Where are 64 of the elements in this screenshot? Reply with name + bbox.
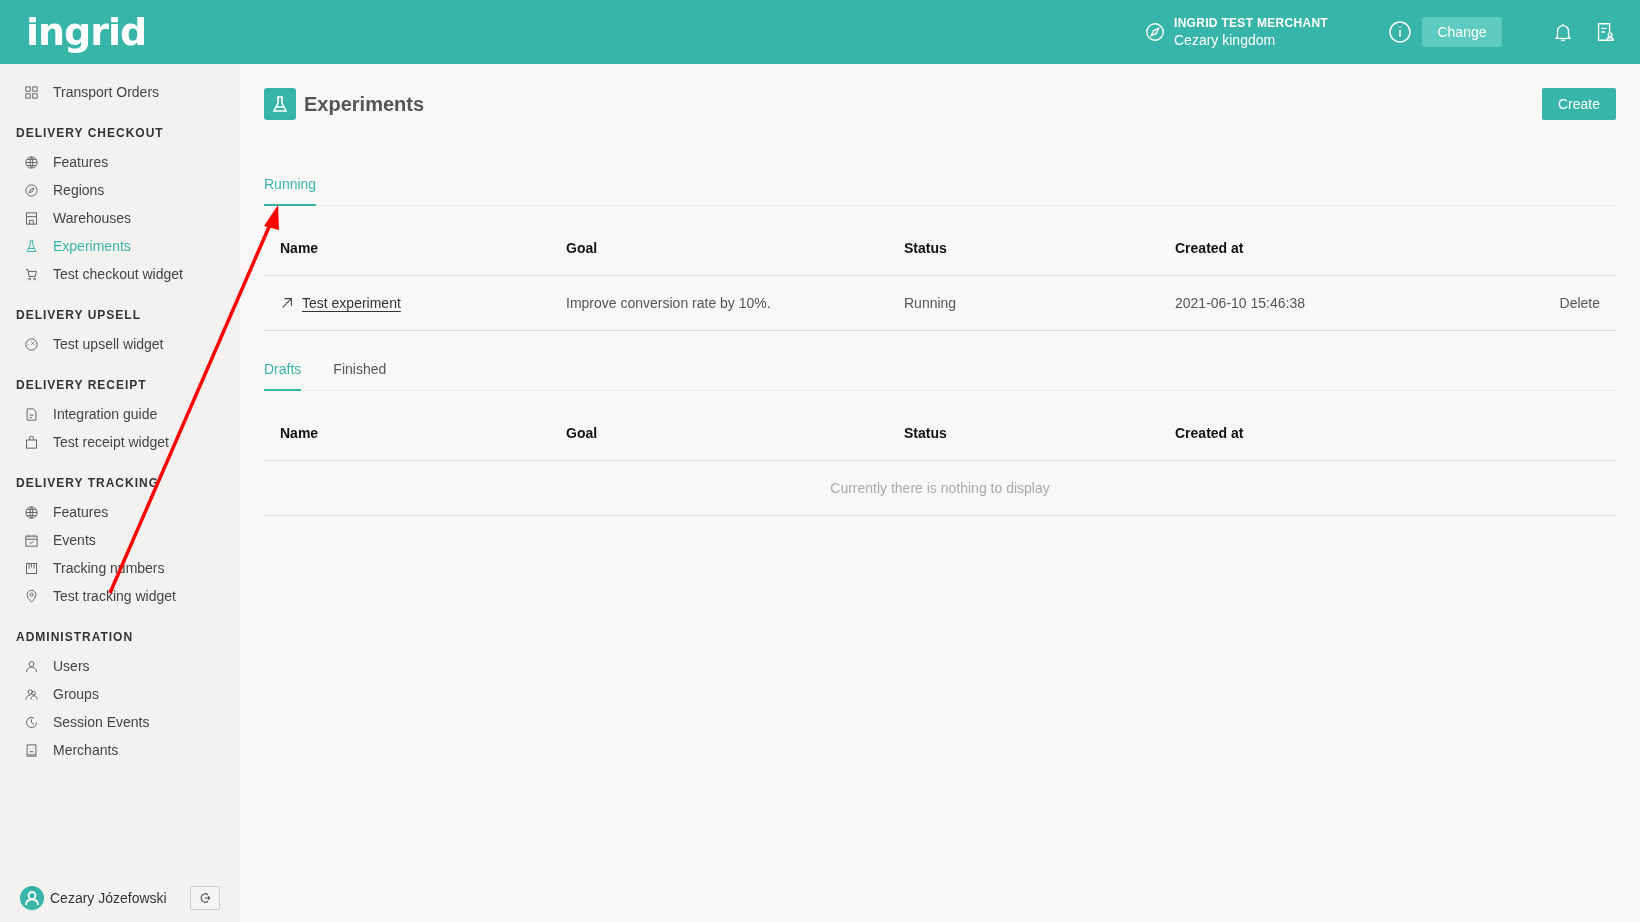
avatar-icon xyxy=(20,886,44,910)
clock-icon xyxy=(24,714,39,730)
bell-icon[interactable] xyxy=(1552,21,1574,43)
sidebar-item[interactable]: Warehouses xyxy=(0,204,240,232)
table-cell-text: Running xyxy=(904,295,958,311)
sidebar-item[interactable]: Events xyxy=(0,526,240,554)
section-heading: DELIVERY UPSELL xyxy=(15,307,143,324)
delete-link[interactable]: Delete xyxy=(1559,295,1600,311)
table-cell-text: 2021-06-10 15:46:38 xyxy=(1175,295,1306,311)
board-icon xyxy=(24,560,39,576)
sidebar-item[interactable]: Integration guide xyxy=(0,400,240,428)
column-header: Status xyxy=(904,239,948,256)
sidebar-item[interactable]: Features xyxy=(0,148,240,176)
page-title: Experiments xyxy=(304,92,425,116)
sidebar-item[interactable]: Test tracking widget xyxy=(0,582,240,610)
column-header: Goal xyxy=(566,239,599,256)
flask-icon xyxy=(264,88,296,120)
section-heading: DELIVERY CHECKOUT xyxy=(15,125,165,142)
section-heading: ADMINISTRATION xyxy=(15,629,135,646)
sidebar-item[interactable]: Merchants xyxy=(0,736,240,764)
sidebar-item[interactable]: Test upsell widget xyxy=(0,330,240,358)
user-name: Cezary Józefowski xyxy=(50,890,167,906)
logout-button[interactable] xyxy=(190,886,220,910)
sidebar-item[interactable]: Test receipt widget xyxy=(0,428,240,456)
sidebar-item[interactable]: Regions xyxy=(0,176,240,204)
column-header: Name xyxy=(280,424,320,441)
table-cell-text: Improve conversion rate by 10%. xyxy=(566,295,772,311)
column-header: Goal xyxy=(566,424,599,441)
sidebar-item[interactable]: Users xyxy=(0,652,240,680)
experiment-link[interactable]: Test experiment xyxy=(302,295,401,311)
store-icon xyxy=(24,210,39,226)
merchant-name: INGRID TEST MERCHANT xyxy=(1174,16,1328,30)
bag-icon xyxy=(24,434,39,450)
section-heading: DELIVERY TRACKING xyxy=(15,475,160,492)
merchant-site: Cezary kingdom xyxy=(1174,32,1277,48)
grid-icon xyxy=(24,84,39,100)
sidebar-item[interactable]: Groups xyxy=(0,680,240,708)
compass-icon xyxy=(1144,21,1166,43)
info-icon[interactable] xyxy=(1388,20,1412,44)
gauge-icon xyxy=(24,336,39,352)
column-header: Name xyxy=(280,239,320,256)
logout-icon xyxy=(198,891,212,905)
location-pin-icon xyxy=(24,588,39,604)
column-header: Created at xyxy=(1175,424,1245,441)
globe-icon xyxy=(24,154,39,170)
document-icon xyxy=(24,406,39,422)
arrow-up-right-icon xyxy=(280,296,294,310)
cart-icon xyxy=(24,266,39,282)
sidebar-item[interactable]: Test checkout widget xyxy=(0,260,240,288)
globe-icon xyxy=(24,504,39,520)
column-header: Status xyxy=(904,424,948,441)
tab[interactable]: Finished xyxy=(333,361,387,391)
sidebar-item[interactable]: Session Events xyxy=(0,708,240,736)
compass-icon xyxy=(24,182,39,198)
flask-icon xyxy=(24,238,39,254)
sidebar-item[interactable]: Features xyxy=(0,498,240,526)
user-icon xyxy=(24,658,39,674)
section-heading: DELIVERY RECEIPT xyxy=(15,377,148,394)
empty-message: Currently there is nothing to display xyxy=(830,480,1050,496)
users-icon xyxy=(24,686,39,702)
monitor-icon xyxy=(24,742,39,758)
column-header: Created at xyxy=(1175,239,1245,256)
calendar-icon xyxy=(24,532,39,548)
sidebar-item[interactable]: Transport Orders xyxy=(0,78,240,106)
